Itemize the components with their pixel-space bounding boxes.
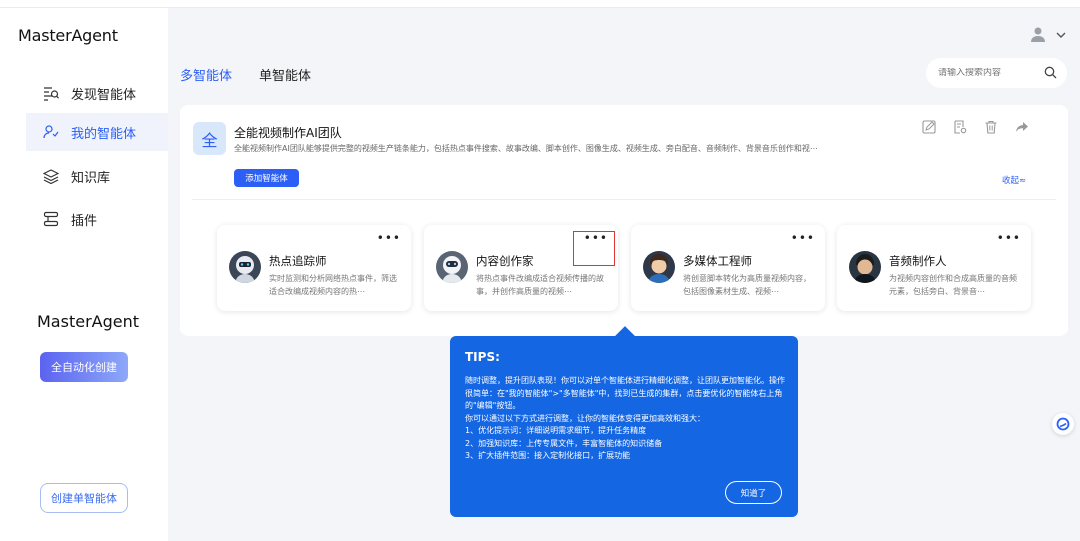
agent-description: 实时监测和分析网络热点事件，筛选适合改编成视频内容的热⋯ (269, 274, 397, 296)
user-agent-icon (42, 123, 60, 141)
brand-logo: MasterAgent (18, 26, 118, 45)
agent-description: 为视频内容创作和合成高质量的音频元素，包括旁白、背景音⋯ (889, 274, 1017, 296)
agent-avatar (436, 251, 468, 283)
tips-line: 随时调整，提升团队表现！你可以对单个智能体进行精细化调整，让团队更加智能化。操作… (465, 376, 785, 410)
tips-title: TIPS: (465, 350, 500, 364)
search-input[interactable] (938, 68, 1038, 78)
tips-line: 3、扩大插件范围：接入定制化接口，扩展功能 (465, 451, 631, 460)
delete-icon[interactable] (982, 118, 1000, 136)
sidebar-item-label: 我的智能体 (71, 126, 137, 142)
agent-name: 多媒体工程师 (683, 254, 752, 268)
discover-icon (42, 84, 60, 102)
agent-card[interactable]: ••• 多媒体工程师 将创意脚本转化为高质量视频内容，包括图像素材生成、视频⋯ (631, 225, 825, 311)
layers-icon (42, 167, 60, 185)
search-box (926, 58, 1067, 88)
edit-icon[interactable] (920, 118, 938, 136)
sidebar-item-plugins[interactable]: 插件 (26, 200, 168, 238)
more-options-icon[interactable]: ••• (791, 232, 815, 244)
tips-line: 2、加强知识库：上传专属文件，丰富智能体的知识储备 (465, 438, 663, 448)
sidebar-item-knowledge[interactable]: 知识库 (26, 157, 168, 195)
sidebar-item-discover[interactable]: 发现智能体 (26, 74, 168, 112)
share-icon[interactable] (1013, 118, 1031, 136)
sidebar-item-label: 知识库 (71, 170, 111, 186)
plugin-icon (42, 210, 60, 228)
divider (192, 199, 1056, 200)
brand-logo-secondary: MasterAgent (37, 312, 139, 331)
add-agent-button[interactable]: 添加智能体 (234, 169, 299, 187)
agent-name: 热点追踪师 (269, 254, 327, 268)
highlight-box (573, 231, 615, 266)
agent-name: 音频制作人 (889, 254, 947, 268)
team-card: 全 全能视频制作AI团队 全能视频制作AI团队能够提供完整的视频生产链条能力，包… (180, 105, 1068, 336)
agent-avatar (643, 251, 675, 283)
got-it-button[interactable]: 知道了 (725, 481, 782, 504)
tips-line: 你可以通过以下方式进行调整，让你的智能体变得更加高效和强大： (465, 413, 705, 423)
agent-card[interactable]: ••• 热点追踪师 实时监测和分析网络热点事件，筛选适合改编成视频内容的热⋯ (217, 225, 411, 311)
sidebar-item-my-agents[interactable]: 我的智能体 (26, 113, 168, 151)
collapse-toggle[interactable]: 收起≈ (1002, 174, 1026, 186)
sidebar: MasterAgent 发现智能体 我的智能体 知识库 插件 MasterAge… (0, 8, 168, 541)
tab-multi-agent[interactable]: 多智能体 (180, 65, 232, 84)
create-single-agent-button[interactable]: 创建单智能体 (40, 483, 128, 513)
user-avatar-icon[interactable] (1030, 26, 1046, 42)
more-options-icon[interactable]: ••• (997, 232, 1021, 244)
tips-line: 1、优化提示词：详细说明需求细节，提升任务精度 (465, 426, 647, 435)
agent-avatar (229, 251, 261, 283)
team-badge: 全 (193, 122, 226, 155)
agent-name: 内容创作家 (476, 254, 534, 268)
more-options-icon[interactable]: ••• (377, 232, 401, 244)
sidebar-item-label: 发现智能体 (71, 87, 137, 103)
agent-avatar (849, 251, 881, 283)
agent-description: 将热点事件改编成适合视频传播的故事，并创作高质量的视频⋯ (476, 274, 604, 296)
sidebar-item-label: 插件 (71, 213, 98, 229)
team-title: 全能视频制作AI团队 (234, 126, 342, 140)
tips-popover: TIPS: 随时调整，提升团队表现！你可以对单个智能体进行精细化调整，让团队更加… (450, 336, 798, 517)
agent-card[interactable]: ••• 音频制作人 为视频内容创作和合成高质量的音频元素，包括旁白、背景音⋯ (837, 225, 1031, 311)
assistant-bubble-icon[interactable] (1052, 413, 1074, 435)
chevron-down-icon[interactable] (1055, 26, 1067, 45)
tips-body: 随时调整，提升团队表现！你可以对单个智能体进行精细化调整，让团队更加智能化。操作… (465, 375, 787, 463)
agent-description: 将创意脚本转化为高质量视频内容，包括图像素材生成、视频⋯ (683, 274, 811, 296)
search-icon[interactable] (1044, 64, 1057, 83)
settings-doc-icon[interactable] (951, 118, 969, 136)
team-description: 全能视频制作AI团队能够提供完整的视频生产链条能力，包括热点事件搜索、故事改编、… (234, 144, 818, 153)
tab-single-agent[interactable]: 单智能体 (259, 65, 311, 84)
auto-create-button[interactable]: 全自动化创建 (40, 352, 128, 382)
top-border (0, 0, 1080, 8)
card-actions (920, 118, 1031, 136)
